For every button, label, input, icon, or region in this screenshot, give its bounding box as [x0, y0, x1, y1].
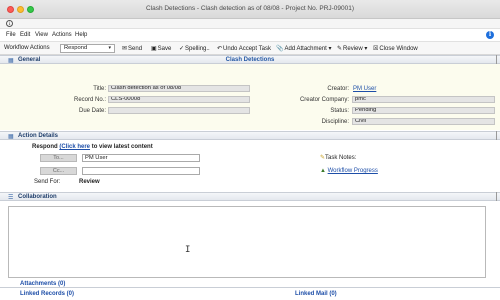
general-section-header[interactable]: ▦ General Clash Detections: [0, 55, 500, 64]
collaboration-text-area[interactable]: [8, 206, 486, 278]
review-button[interactable]: ✎Review ▾: [337, 45, 367, 52]
review-icon: ✎: [337, 46, 343, 52]
record-type-header: Clash Detections: [225, 57, 275, 63]
toolbar: Workflow Actions Respond ▾ ✉Send ▣Save ✓…: [0, 42, 500, 55]
section-collapse-handle[interactable]: [496, 131, 500, 140]
chevron-down-icon: ▾: [328, 46, 332, 52]
title-label: Title:: [93, 86, 106, 92]
send-button[interactable]: ✉Send: [122, 45, 142, 52]
creator-link[interactable]: PM User: [353, 86, 376, 92]
paperclip-icon: 📎: [276, 46, 284, 52]
discipline-label: Discipline:: [321, 119, 349, 125]
info-bar: i: [0, 19, 500, 29]
cc-button[interactable]: Cc...: [40, 167, 77, 175]
workflow-progress-link[interactable]: Workflow Progress: [328, 168, 378, 174]
collaboration-section-header[interactable]: ☰ Collaboration: [0, 192, 500, 201]
respond-suffix: to view latest content: [91, 144, 153, 150]
linked-records-link[interactable]: Linked Records (0): [20, 291, 74, 297]
status-field: Pending: [352, 107, 495, 114]
workflow-icon: ▲: [320, 168, 326, 174]
menu-file[interactable]: File: [6, 32, 16, 38]
info-icon[interactable]: i: [6, 20, 13, 27]
menu-edit[interactable]: Edit: [20, 32, 30, 38]
send-label: Send: [128, 46, 143, 52]
send-for-value: Review: [79, 179, 100, 185]
to-field[interactable]: PM User: [82, 154, 200, 162]
spelling-label: Spelling..: [185, 46, 210, 52]
linked-mail-link[interactable]: Linked Mail (0): [295, 291, 337, 297]
help-info-icon[interactable]: i: [486, 31, 494, 39]
close-window-button[interactable]: ☒Close Window: [373, 45, 418, 52]
chevron-down-icon: ▾: [108, 45, 111, 51]
save-label: Save: [157, 46, 172, 52]
spellcheck-icon: ✓: [179, 46, 185, 52]
due-date-field: [108, 107, 250, 114]
record-no-label: Record No.:: [73, 97, 106, 103]
workflow-action-select[interactable]: Respond ▾: [60, 44, 115, 53]
spelling-button[interactable]: ✓Spelling..: [179, 45, 210, 52]
footer-divider: [0, 287, 500, 288]
close-window-label: Close Window: [379, 46, 418, 52]
workflow-progress[interactable]: ▲ Workflow Progress: [320, 168, 378, 174]
menu-view[interactable]: View: [35, 32, 48, 38]
review-label: Review: [343, 46, 363, 52]
to-button[interactable]: To...: [40, 154, 77, 162]
collaboration-icon: ☰: [8, 195, 14, 201]
undo-accept-label: Undo Accept Task: [223, 46, 271, 52]
status-label: Status:: [330, 108, 349, 114]
workflow-action-select-value: Respond: [64, 45, 88, 51]
section-collapse-handle[interactable]: [496, 55, 500, 64]
cc-field[interactable]: [82, 167, 200, 175]
window-title: Clash Detections - Clash detection as of…: [145, 5, 355, 12]
chevron-down-icon: ▾: [364, 46, 368, 52]
action-details-section-header[interactable]: ▦ Action Details: [0, 131, 500, 140]
menu-help[interactable]: Help: [75, 32, 87, 38]
save-icon: ▣: [151, 46, 157, 52]
window-titlebar: Clash Detections - Clash detection as of…: [0, 0, 500, 19]
creator-company-field: pmc: [352, 96, 495, 103]
menu-actions[interactable]: Actions: [52, 32, 72, 38]
collaboration-label: Collaboration: [18, 194, 57, 200]
record-no-field: CLS-00008: [108, 96, 250, 103]
action-details-icon: ▦: [8, 134, 14, 140]
undo-accept-task-button[interactable]: ↶Undo Accept Task: [217, 45, 271, 52]
general-section: Title: Clash detection as of 08/08 Recor…: [0, 64, 500, 130]
creator-company-label: Creator Company:: [299, 97, 349, 103]
task-notes[interactable]: ✎Task Notes:: [320, 154, 356, 161]
add-attachment-button[interactable]: 📎Add Attachment ▾: [276, 45, 332, 52]
send-icon: ✉: [122, 46, 128, 52]
workflow-actions-label: Workflow Actions: [4, 45, 50, 51]
close-window-icon: ☒: [373, 46, 379, 52]
undo-icon: ↶: [217, 46, 223, 52]
section-collapse-handle[interactable]: [496, 192, 500, 201]
save-button[interactable]: ▣Save: [151, 45, 171, 52]
respond-line: Respond (Click here to view latest conte…: [32, 144, 153, 150]
due-date-label: Due Date:: [78, 108, 106, 114]
title-field: Clash detection as of 08/08: [108, 85, 250, 92]
click-here-link[interactable]: (Click here: [59, 144, 90, 150]
add-attachment-label: Add Attachment: [284, 46, 327, 52]
task-notes-label: Task Notes:: [325, 155, 357, 161]
send-for-label: Send For:: [34, 179, 61, 185]
text-cursor-icon: I: [185, 245, 191, 255]
respond-prefix: Respond: [32, 144, 58, 150]
action-details-label: Action Details: [18, 133, 59, 139]
creator-label: Creator:: [327, 86, 349, 92]
discipline-field: Civil: [352, 118, 495, 125]
action-details-section: Respond (Click here to view latest conte…: [0, 140, 500, 190]
menu-bar: File Edit View Actions Help i: [0, 29, 500, 42]
